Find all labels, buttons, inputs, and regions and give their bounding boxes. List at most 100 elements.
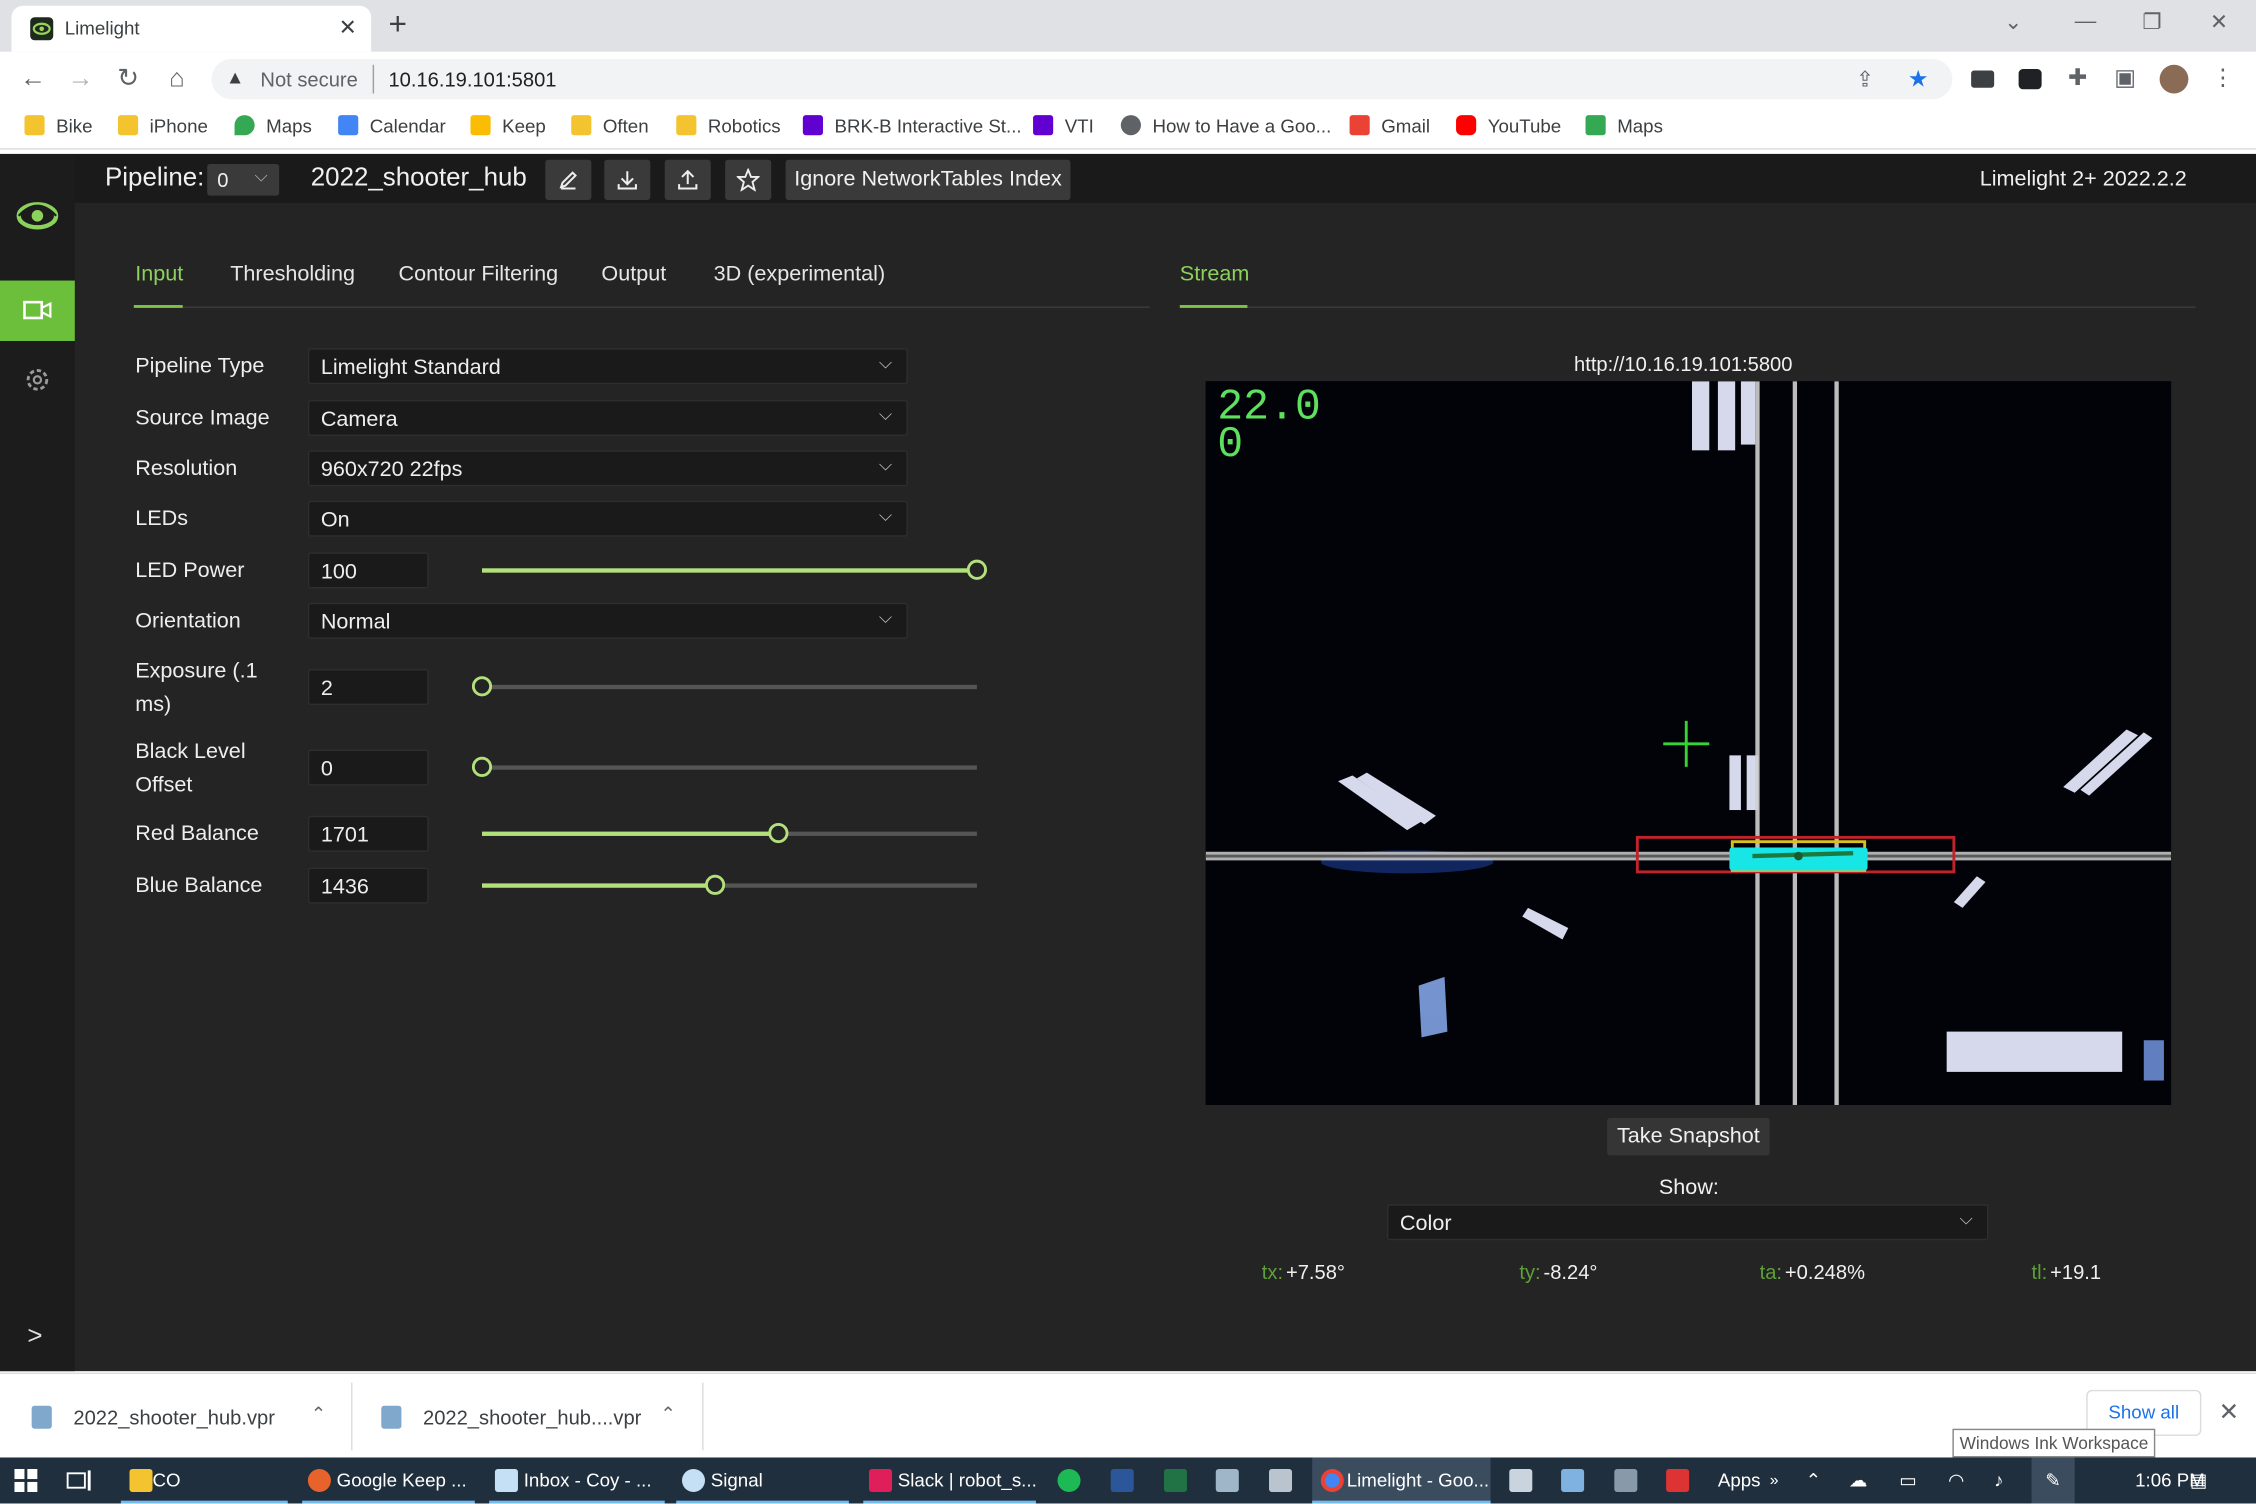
sidebar-item-camera[interactable] xyxy=(0,280,75,341)
upload-button[interactable] xyxy=(664,159,711,200)
avatar[interactable] xyxy=(2159,64,2189,94)
calculator-icon[interactable] xyxy=(1266,1457,1295,1503)
tab-close-icon[interactable]: ✕ xyxy=(339,14,357,40)
favorite-button[interactable] xyxy=(725,159,772,200)
leds-select[interactable]: On ⌵ xyxy=(307,500,908,537)
tab-input[interactable]: Input xyxy=(135,262,183,286)
bookmark-item[interactable]: Maps xyxy=(234,115,312,137)
address-bar[interactable]: ▲ Not secure 10.16.19.101:5801 ⇪ ★ xyxy=(211,58,1953,100)
bookmark-item[interactable]: Calendar xyxy=(338,115,446,137)
apps-label[interactable]: Apps xyxy=(1718,1457,1761,1503)
bookmark-item[interactable]: Gmail xyxy=(1349,115,1430,137)
wifi-icon[interactable]: ◠ xyxy=(1948,1457,1964,1503)
red-balance-slider[interactable] xyxy=(481,822,977,844)
exposure-slider[interactable] xyxy=(471,676,977,697)
resolution-select[interactable]: 960x720 22fps ⌵ xyxy=(307,450,908,487)
puzzle-icon[interactable]: ✚ xyxy=(2063,65,2092,94)
black-level-input[interactable]: 0 xyxy=(307,749,429,786)
bookmark-item[interactable]: Bike xyxy=(24,115,93,137)
window-close-icon[interactable]: ✕ xyxy=(2210,9,2228,35)
back-icon[interactable]: ← xyxy=(19,63,48,92)
bookmark-item[interactable]: iPhone xyxy=(117,115,208,137)
taskbar-item-slack[interactable]: Slack | robot_s... xyxy=(863,1457,1037,1504)
tab-output[interactable]: Output xyxy=(601,262,666,286)
edit-button[interactable] xyxy=(545,159,592,200)
chevron-right-icon[interactable]: > xyxy=(27,1321,42,1351)
exposure-input[interactable]: 2 xyxy=(307,669,429,706)
restore-icon[interactable]: ❐ xyxy=(2142,9,2161,35)
app-icon[interactable] xyxy=(1611,1457,1640,1503)
windows-start-icon[interactable] xyxy=(14,1457,43,1503)
blue-balance-slider[interactable] xyxy=(481,874,977,895)
side-panel-icon[interactable]: ▣ xyxy=(2111,65,2140,94)
slider-handle[interactable] xyxy=(704,874,725,895)
app-icon[interactable] xyxy=(1213,1457,1242,1503)
source-image-select[interactable]: Camera ⌵ xyxy=(307,399,908,436)
download-item[interactable]: 2022_shooter_hub....vpr ⌃ xyxy=(350,1374,704,1459)
taskbar-item-signal[interactable]: Signal xyxy=(676,1457,849,1504)
slider-handle[interactable] xyxy=(471,676,493,697)
download-button[interactable] xyxy=(604,159,651,200)
bookmark-item[interactable]: How to Have a Goo... xyxy=(1120,115,1331,137)
bookmark-item[interactable]: YouTube xyxy=(1456,115,1561,137)
red-balance-input[interactable]: 1701 xyxy=(307,815,429,852)
black-level-slider[interactable] xyxy=(471,756,977,777)
pipeline-type-select[interactable]: Limelight Standard ⌵ xyxy=(307,348,908,385)
new-tab-button[interactable]: + xyxy=(388,6,407,43)
close-icon[interactable]: ✕ xyxy=(2219,1398,2240,1427)
battery-icon[interactable]: ▭ xyxy=(1899,1457,1917,1503)
forward-icon[interactable]: → xyxy=(66,63,95,92)
taskbar-item-outlook[interactable]: Inbox - Coy - ... xyxy=(489,1457,665,1504)
app-icon[interactable] xyxy=(1558,1457,1587,1503)
bookmark-star-icon[interactable]: ★ xyxy=(1908,65,1929,94)
led-power-input[interactable]: 100 xyxy=(307,552,429,589)
reload-icon[interactable]: ↻ xyxy=(114,63,143,92)
app-icon[interactable] xyxy=(1663,1457,1692,1503)
excel-icon[interactable] xyxy=(1161,1457,1190,1503)
bookmark-item[interactable]: Maps xyxy=(1585,115,1663,137)
show-select[interactable]: Color ⌵ xyxy=(1386,1204,1989,1241)
extension-icon[interactable] xyxy=(1968,65,1997,94)
pen-icon[interactable]: ✎ xyxy=(2031,1457,2075,1504)
bookmark-item[interactable]: Often xyxy=(571,115,649,137)
tab-3d-experimental[interactable]: 3D (experimental) xyxy=(714,262,886,286)
blue-balance-input[interactable]: 1436 xyxy=(307,867,429,904)
word-icon[interactable] xyxy=(1108,1457,1137,1503)
slider-handle[interactable] xyxy=(966,559,988,580)
chevron-up-icon[interactable]: ⌃ xyxy=(660,1403,676,1426)
extension-icon[interactable] xyxy=(2016,65,2045,94)
bookmark-item[interactable]: Keep xyxy=(470,115,546,137)
volume-icon[interactable]: ♪ xyxy=(1994,1457,2003,1503)
take-snapshot-button[interactable]: Take Snapshot xyxy=(1607,1117,1770,1156)
bookmark-item[interactable]: Robotics xyxy=(676,115,781,137)
pipeline-index-select[interactable]: 0 ⌵ xyxy=(207,164,280,196)
bookmark-item[interactable]: VTI xyxy=(1033,115,1094,137)
tab-thresholding[interactable]: Thresholding xyxy=(230,262,355,286)
menu-icon[interactable]: ⋮ xyxy=(2209,65,2238,94)
home-icon[interactable]: ⌂ xyxy=(163,63,192,92)
gear-icon[interactable] xyxy=(24,367,50,393)
camera-stream[interactable]: 22.0 0 xyxy=(1205,381,2172,1105)
download-item[interactable]: 2022_shooter_hub.vpr ⌃ xyxy=(0,1374,353,1459)
ignore-networktables-button[interactable]: Ignore NetworkTables Index xyxy=(785,159,1071,200)
taskbar-item-explorer[interactable]: CO xyxy=(120,1457,288,1504)
taskbar-item-google-keep[interactable]: Google Keep ... xyxy=(302,1457,475,1504)
bookmark-item[interactable]: BRK-B Interactive St... xyxy=(802,115,1022,137)
tab-search-icon[interactable]: ⌄ xyxy=(2004,9,2022,35)
spotify-icon[interactable] xyxy=(1055,1457,1084,1503)
taskbar-item-chrome[interactable]: Limelight - Goo... xyxy=(1312,1457,1491,1504)
chevron-double-right-icon[interactable]: » xyxy=(1770,1457,1779,1503)
app-icon[interactable] xyxy=(1506,1457,1535,1503)
slider-handle[interactable] xyxy=(471,756,493,777)
orientation-select[interactable]: Normal ⌵ xyxy=(307,602,908,639)
chevron-up-icon[interactable]: ⌃ xyxy=(311,1403,327,1426)
tab-contour-filtering[interactable]: Contour Filtering xyxy=(399,262,559,286)
url-text[interactable]: 10.16.19.101:5801 xyxy=(388,68,556,91)
chevron-up-icon[interactable]: ⌃ xyxy=(1806,1457,1822,1503)
cloud-icon[interactable]: ☁ xyxy=(1849,1457,1868,1503)
task-view-icon[interactable] xyxy=(66,1457,95,1503)
led-power-slider[interactable] xyxy=(481,559,988,580)
browser-tab[interactable]: Limelight ✕ xyxy=(11,5,372,52)
minimize-icon[interactable]: — xyxy=(2075,9,2097,33)
tab-stream[interactable]: Stream xyxy=(1180,262,1250,286)
